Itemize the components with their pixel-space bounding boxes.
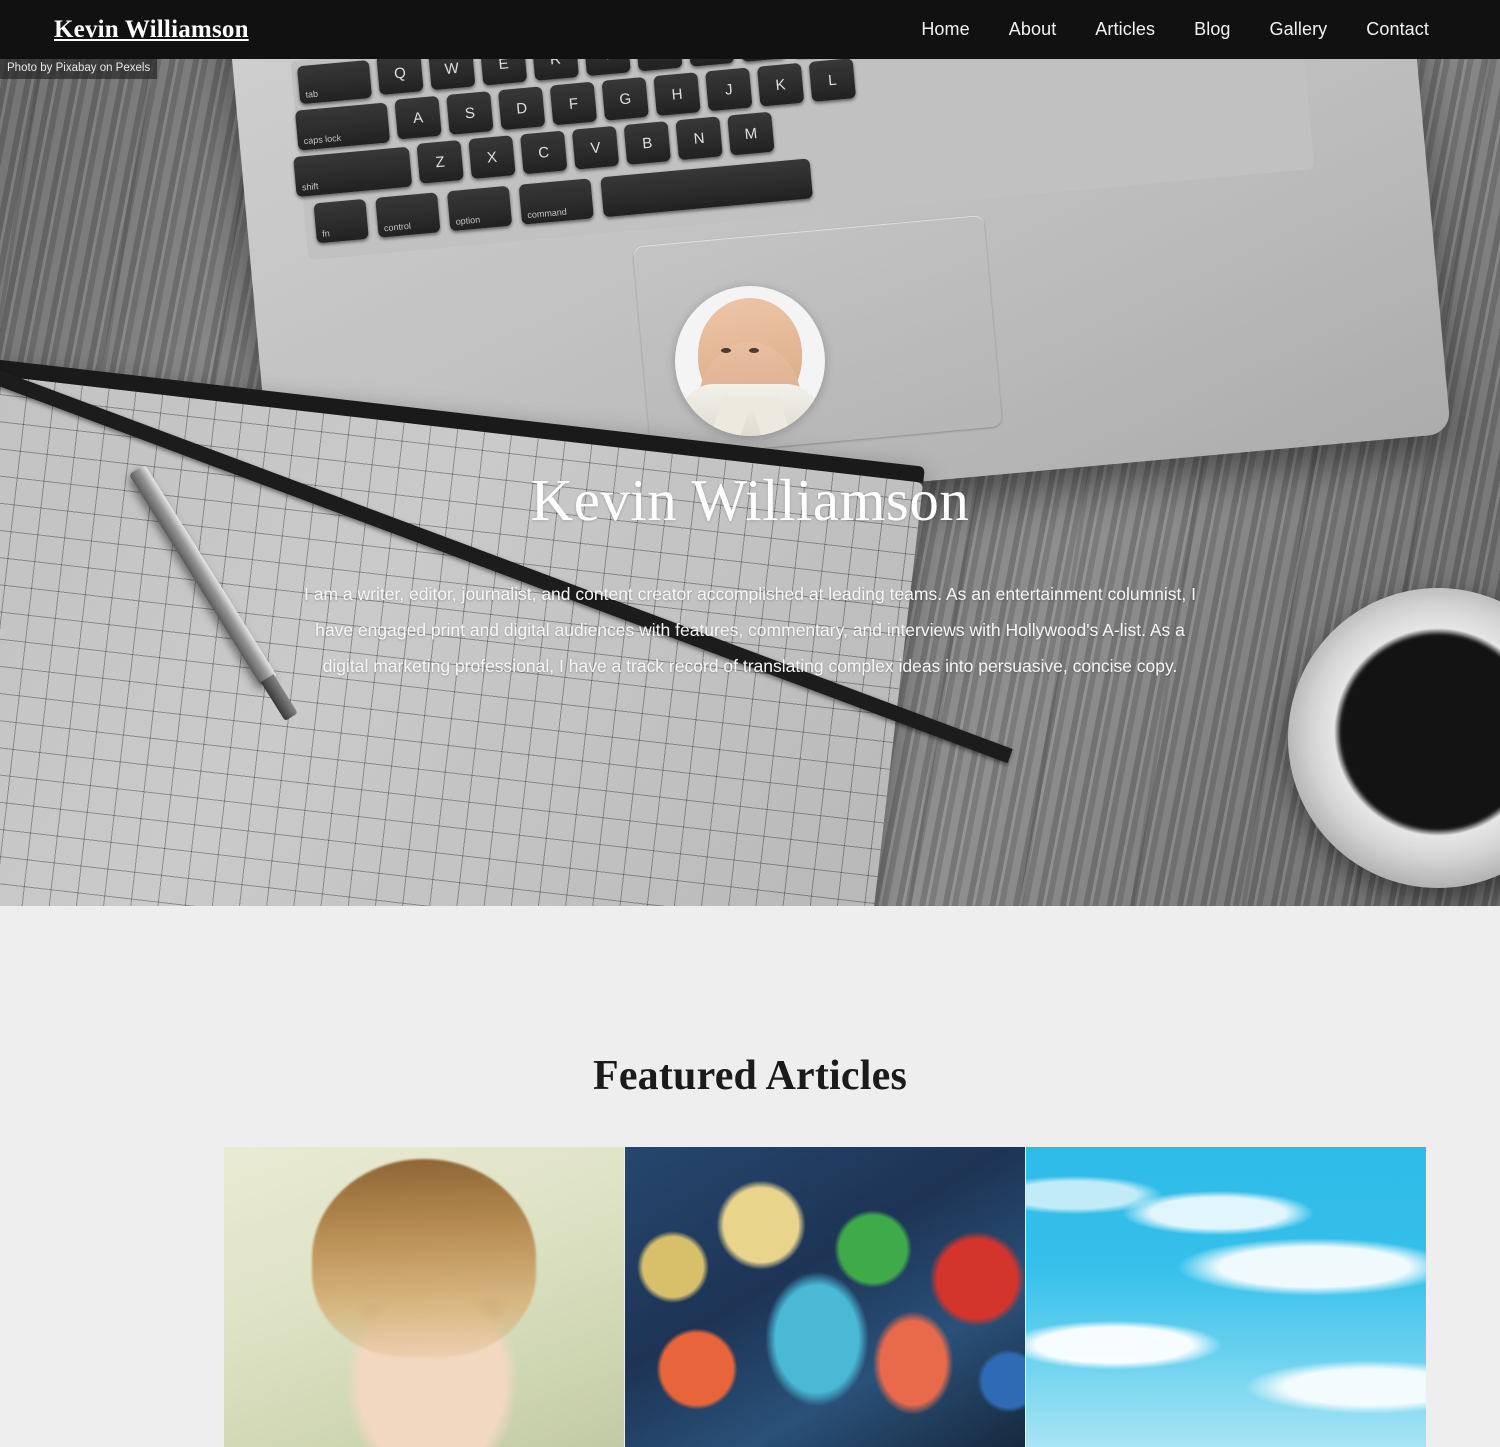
hero-title: Kevin Williamson	[530, 467, 970, 533]
avatar-eye-left	[721, 348, 731, 353]
hero-content: Kevin Williamson I am a writer, editor, …	[0, 0, 1500, 906]
nav-about[interactable]: About	[1009, 19, 1057, 40]
featured-articles-title: Featured Articles	[592, 1053, 908, 1099]
avatar	[675, 286, 825, 436]
featured-card-3[interactable]	[1025, 1147, 1426, 1447]
card-image-muppets-colorful-cast	[624, 1147, 1025, 1447]
featured-articles-section: Featured Articles	[0, 906, 1500, 1447]
site-brand[interactable]: Kevin Williamson	[54, 16, 249, 44]
hero-bio: I am a writer, editor, journalist, and c…	[304, 583, 1196, 676]
nav-blog[interactable]: Blog	[1194, 19, 1230, 40]
nav-gallery[interactable]: Gallery	[1270, 19, 1328, 40]
nav-articles[interactable]: Articles	[1095, 19, 1155, 40]
avatar-shirt	[680, 384, 820, 436]
card-image-blonde-woman-portrait	[223, 1147, 624, 1447]
featured-card-1[interactable]	[223, 1147, 624, 1447]
nav-home[interactable]: Home	[921, 19, 969, 40]
card-image-blue-sky-with-clouds	[1025, 1147, 1426, 1447]
avatar-eye-right	[749, 348, 759, 353]
hero-section: tab Q W E R T Y U I O P caps lock A S D …	[0, 0, 1500, 906]
featured-articles-grid	[0, 1147, 1500, 1447]
featured-card-2[interactable]	[624, 1147, 1025, 1447]
site-header: Kevin Williamson Home About Articles Blo…	[0, 0, 1500, 59]
main-nav: Home About Articles Blog Gallery Contact	[921, 19, 1470, 40]
nav-contact[interactable]: Contact	[1366, 19, 1429, 40]
photo-credit: Photo by Pixabay on Pexels	[0, 59, 158, 79]
